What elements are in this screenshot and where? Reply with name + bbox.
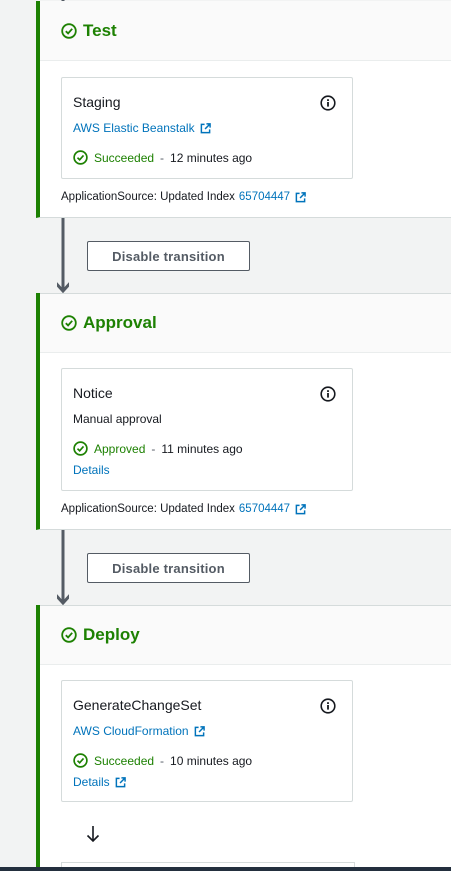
details-link[interactable]: Details bbox=[73, 775, 126, 789]
source-revision-link[interactable]: 65704447 bbox=[239, 191, 290, 203]
status-separator: - bbox=[151, 441, 156, 456]
action-name: GenerateChangeSet bbox=[73, 697, 202, 713]
info-icon[interactable] bbox=[320, 386, 336, 402]
action-card: Notice Manual approval Approved - 11 min… bbox=[61, 368, 353, 491]
stage-approval: Approval Notice Manual approval Approved… bbox=[36, 293, 451, 530]
info-icon[interactable] bbox=[320, 95, 336, 111]
status-time: 12 minutes ago bbox=[170, 150, 253, 165]
status-separator: - bbox=[160, 150, 165, 165]
external-link-icon bbox=[115, 776, 126, 787]
source-revision: ApplicationSource: Updated Index 6570444… bbox=[61, 503, 306, 515]
provider-link[interactable]: AWS Elastic Beanstalk bbox=[73, 121, 211, 135]
check-circle-icon bbox=[61, 627, 77, 643]
external-link-icon[interactable] bbox=[295, 191, 306, 203]
disable-transition-button[interactable]: Disable transition bbox=[87, 241, 250, 271]
source-revision: ApplicationSource: Updated Index 6570444… bbox=[61, 191, 306, 203]
status-row: Succeeded - 10 minutes ago bbox=[73, 753, 252, 768]
details-label: Details bbox=[73, 775, 110, 789]
arrow-down-icon bbox=[86, 826, 100, 843]
source-label: ApplicationSource: Updated Index bbox=[61, 503, 235, 515]
action-name: Notice bbox=[73, 385, 113, 401]
provider-link[interactable]: AWS CloudFormation bbox=[73, 724, 205, 738]
check-circle-icon bbox=[61, 22, 77, 39]
check-circle-icon bbox=[61, 315, 77, 331]
stage-test: Test Staging AWS Elastic Beanstalk Succe… bbox=[36, 1, 451, 218]
external-link-icon bbox=[200, 122, 211, 133]
status-text: Approved bbox=[94, 441, 146, 456]
action-card: Staging AWS Elastic Beanstalk Succeeded … bbox=[61, 77, 353, 179]
provider-label: AWS Elastic Beanstalk bbox=[73, 121, 195, 135]
status-separator: - bbox=[160, 753, 165, 768]
external-link-icon bbox=[194, 725, 205, 736]
status-time: 11 minutes ago bbox=[161, 441, 243, 456]
stage-header: Deploy bbox=[40, 605, 451, 665]
source-label: ApplicationSource: Updated Index bbox=[61, 191, 235, 203]
check-circle-icon bbox=[73, 753, 88, 768]
stage-title: Approval bbox=[83, 313, 157, 332]
stage-header: Approval bbox=[40, 293, 451, 353]
bottom-bar bbox=[0, 867, 451, 871]
stage-title: Test bbox=[83, 20, 117, 40]
details-link[interactable]: Details bbox=[73, 463, 110, 477]
info-icon[interactable] bbox=[320, 698, 336, 714]
transition-arrow bbox=[57, 530, 69, 605]
provider-label: Manual approval bbox=[73, 412, 162, 426]
check-circle-icon bbox=[73, 441, 88, 456]
action-card: GenerateChangeSet AWS CloudFormation Suc… bbox=[61, 680, 353, 802]
stage-header: Test bbox=[40, 1, 451, 61]
provider-label: AWS CloudFormation bbox=[73, 724, 189, 738]
stage-title: Deploy bbox=[83, 625, 140, 644]
status-text: Succeeded bbox=[94, 150, 155, 165]
check-circle-icon bbox=[73, 150, 88, 165]
status-row: Approved - 11 minutes ago bbox=[73, 441, 243, 456]
transition-arrow bbox=[57, 218, 69, 293]
source-revision-link[interactable]: 65704447 bbox=[239, 503, 290, 515]
disable-transition-button[interactable]: Disable transition bbox=[87, 553, 250, 583]
status-time: 10 minutes ago bbox=[170, 753, 253, 768]
external-link-icon[interactable] bbox=[295, 503, 306, 515]
action-name: Staging bbox=[73, 94, 121, 110]
status-text: Succeeded bbox=[94, 753, 155, 768]
status-row: Succeeded - 12 minutes ago bbox=[73, 150, 252, 165]
